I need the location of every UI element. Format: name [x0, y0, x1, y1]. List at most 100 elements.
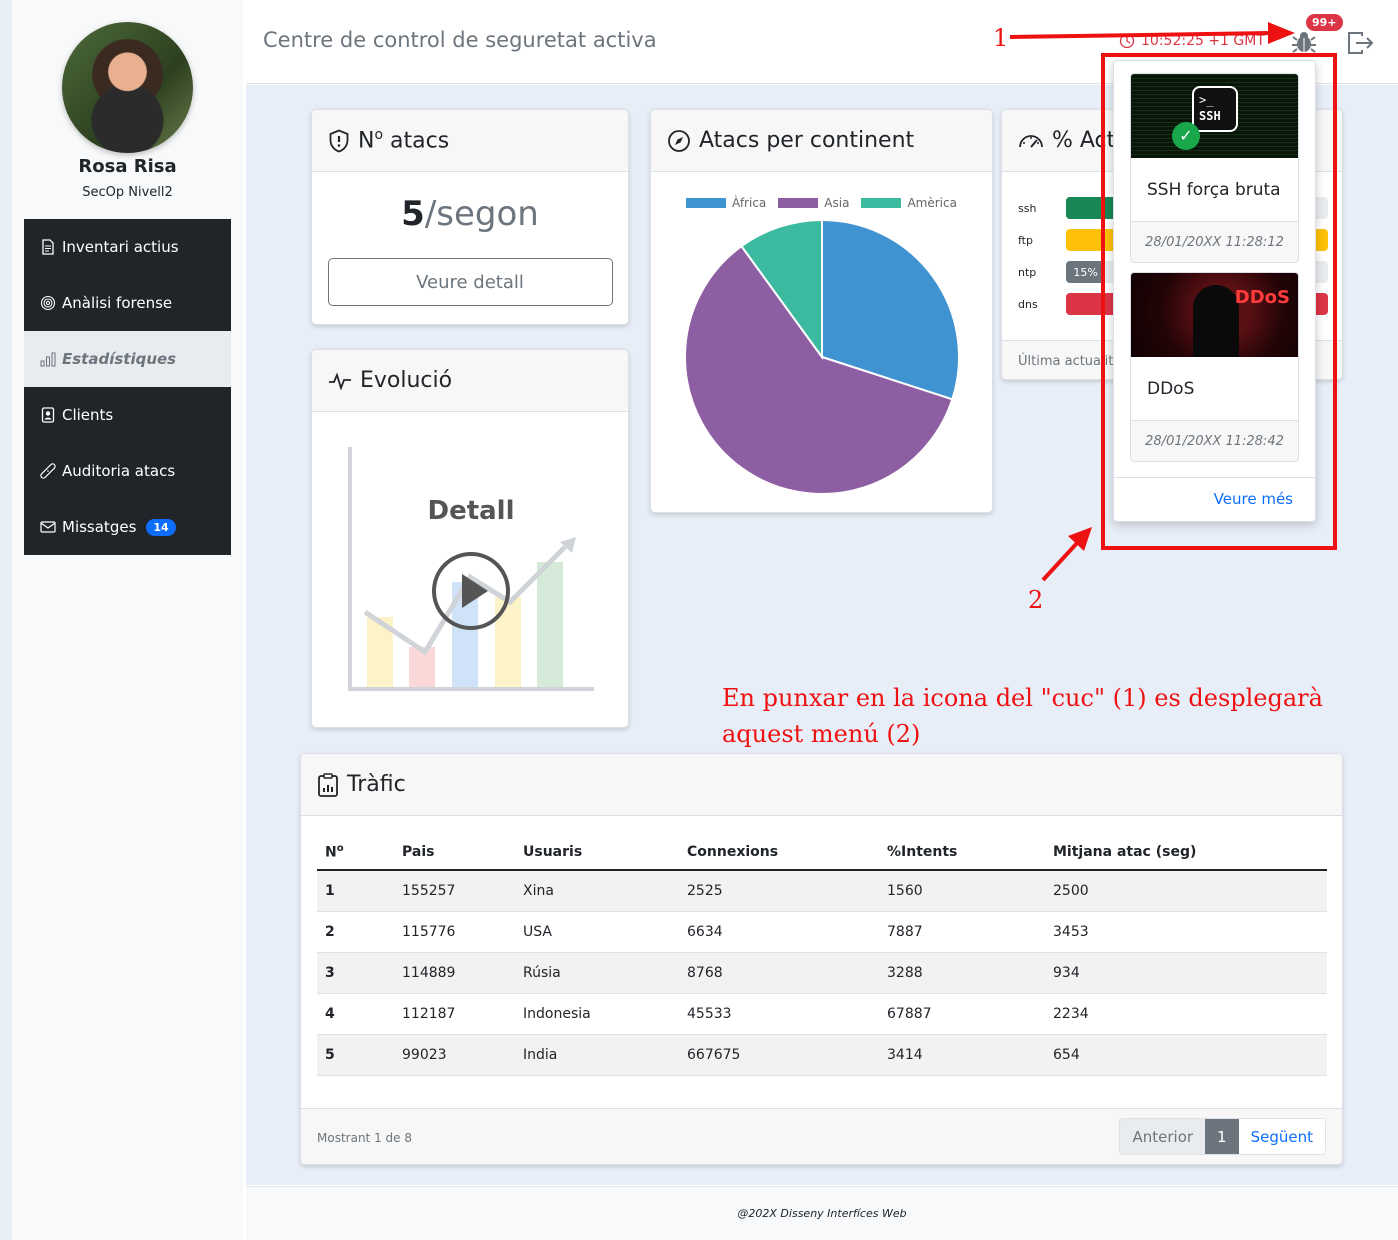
table-cell: 3453 [1045, 911, 1327, 953]
attacks-rate-value: 5 [401, 194, 425, 234]
bug-icon[interactable] [1290, 28, 1318, 56]
table-cell: 934 [1045, 952, 1327, 994]
sidebar-item-forense[interactable]: Anàlisi forense [24, 275, 231, 331]
left-strip [0, 0, 12, 1240]
sidebar-item-inventari[interactable]: Inventari actius [24, 219, 231, 275]
traffic-card: Tràfic No Pais Usuaris Connexions %Inten… [300, 753, 1343, 1165]
annotation-marker-2: 2 [1028, 586, 1044, 614]
pagination: Anterior 1 Següent [1119, 1118, 1326, 1155]
activity-bar-label: ssh [1018, 201, 1037, 215]
legend-item: Àfrica [686, 196, 766, 210]
table-cell: Indonesia [515, 993, 679, 1035]
user-name: Rosa Risa [78, 156, 177, 177]
activity-bar-fill: 15% [1066, 261, 1106, 283]
legend-item: Asia [778, 196, 849, 210]
sidebar-item-label: Clients [62, 406, 114, 424]
table-row: 2 115776 USA 6634 7887 3453 [317, 911, 1327, 953]
table-cell: 1560 [879, 870, 1045, 912]
table-cell: 2525 [679, 870, 879, 912]
contact-icon [40, 407, 56, 423]
table-cell: 2234 [1045, 993, 1327, 1035]
table-cell: 99023 [394, 1034, 515, 1076]
table-cell: 3 [317, 952, 394, 994]
table-header-row: No Pais Usuaris Connexions %Intents Mitj… [317, 834, 1327, 871]
clock: 10:52:25 +1 GMT [1119, 33, 1265, 49]
bar-chart-icon [40, 351, 56, 367]
table-cell: 654 [1045, 1034, 1327, 1076]
sidebar-item-missatges[interactable]: Missatges 14 [24, 499, 231, 555]
current-page-button[interactable]: 1 [1205, 1119, 1239, 1154]
evolution-video[interactable]: Detall [312, 412, 628, 727]
table-cell: 155257 [394, 870, 515, 912]
table-cell: 4 [317, 993, 394, 1035]
table-cell: 3414 [879, 1034, 1045, 1076]
table-row: 3 114889 Rúsia 8768 3288 934 [317, 952, 1327, 994]
detail-label: Detall [427, 496, 515, 526]
table-cell: Rúsia [515, 952, 679, 994]
clock-text: 10:52:25 +1 GMT [1141, 33, 1265, 49]
traffic-card-title: Tràfic [347, 772, 406, 797]
logout-icon[interactable] [1346, 30, 1374, 56]
column-header[interactable]: %Intents [879, 834, 1045, 871]
continent-card: Atacs per continent Àfrica Asia Amèrica [650, 109, 993, 513]
annotation-marker-1: 1 [993, 24, 1009, 52]
table-cell: Xina [515, 870, 679, 912]
attacks-card: No atacs 5/segon Veure detall [311, 109, 629, 325]
sidebar-item-label: Estadístiques [62, 350, 177, 368]
evolution-card: Evolució Detall [311, 349, 629, 728]
fingerprint-icon [40, 295, 56, 311]
showing-count: Mostrant 1 de 8 [317, 1131, 412, 1145]
table-row: 5 99023 India 667675 3414 654 [317, 1034, 1327, 1076]
table-row: 4 112187 Indonesia 45533 67887 2234 [317, 993, 1327, 1035]
table-cell: 3288 [879, 952, 1045, 994]
table-cell: 2 [317, 911, 394, 953]
column-header[interactable]: Usuaris [515, 834, 679, 871]
table-row: 1 155257 Xina 2525 1560 2500 [317, 870, 1327, 912]
column-header[interactable]: Mitjana atac (seg) [1045, 834, 1327, 871]
table-cell: 6634 [679, 911, 879, 953]
continent-pie-chart [684, 220, 960, 495]
legend-swatch-0 [686, 198, 727, 208]
sidebar: Rosa Risa SecOp Nivell2 Inventari actius… [12, 0, 243, 1240]
evolution-card-title: Evolució [360, 368, 453, 393]
activity-bar-label: dns [1018, 297, 1038, 311]
page-title: Centre de control de seguretat activa [263, 28, 657, 52]
legend-swatch-1 [778, 198, 819, 208]
growth-chart-illustration [348, 447, 594, 691]
column-header[interactable]: No [317, 834, 394, 871]
highlight-box [1101, 53, 1337, 550]
page-footer: @202X Disseny Interfíces Web [246, 1186, 1398, 1240]
table-cell: 7887 [879, 911, 1045, 953]
traffic-table: No Pais Usuaris Connexions %Intents Mitj… [317, 834, 1327, 1076]
previous-page-button[interactable]: Anterior [1120, 1119, 1206, 1154]
pulse-icon [329, 371, 351, 390]
sidebar-item-label: Auditoria atacs [62, 462, 176, 480]
notification-count-badge: 99+ [1306, 14, 1343, 31]
legend-label-0: Àfrica [732, 196, 767, 210]
traffic-card-header: Tràfic [301, 754, 1342, 816]
table-cell: 67887 [879, 993, 1045, 1035]
sidebar-item-label: Missatges [62, 518, 137, 536]
column-header[interactable]: Pais [394, 834, 515, 871]
next-page-button[interactable]: Següent [1238, 1119, 1325, 1154]
sidebar-item-label: Anàlisi forense [62, 294, 173, 312]
sidebar-item-auditoria[interactable]: Auditoria atacs [24, 443, 231, 499]
evolution-card-header: Evolució [312, 350, 628, 412]
view-detail-button[interactable]: Veure detall [327, 258, 613, 306]
sidebar-item-estadistiques[interactable]: Estadístiques [24, 331, 231, 387]
bandage-icon [40, 463, 56, 479]
sidebar-item-clients[interactable]: Clients [24, 387, 231, 443]
continent-card-title: Atacs per continent [699, 128, 915, 153]
table-cell: 8768 [679, 952, 879, 994]
legend-swatch-2 [861, 198, 902, 208]
legend-item: Amèrica [861, 196, 957, 210]
legend-label-2: Amèrica [907, 196, 957, 210]
activity-bar-label: ftp [1018, 233, 1033, 247]
legend-label-1: Asia [824, 196, 850, 210]
attacks-card-header: No atacs [312, 110, 628, 172]
clock-icon [1119, 33, 1135, 49]
annotation-text: En punxar en la icona del "cuc" (1) es d… [722, 684, 1323, 748]
table-cell: 5 [317, 1034, 394, 1076]
column-header[interactable]: Connexions [679, 834, 879, 871]
table-cell: India [515, 1034, 679, 1076]
